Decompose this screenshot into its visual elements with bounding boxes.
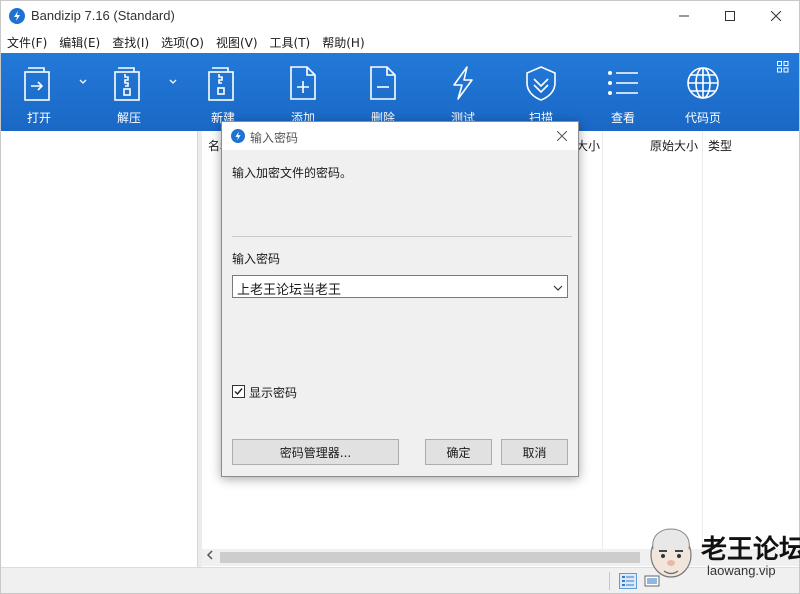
password-label: 输入密码 [232, 252, 281, 266]
details-view-icon[interactable] [619, 573, 637, 589]
menu-bar: 文件(F) 编辑(E) 查找(I) 选项(O) 视图(V) 工具(T) 帮助(H… [1, 31, 799, 53]
close-button[interactable] [753, 1, 799, 31]
column-divider [702, 131, 703, 549]
checkmark-icon [234, 388, 243, 396]
globe-icon [683, 63, 723, 103]
maximize-button[interactable] [707, 1, 753, 31]
view-label: 查看 [610, 111, 635, 125]
show-password-label[interactable]: 显示密码 [249, 384, 297, 401]
column-type[interactable]: 类型 [708, 137, 732, 154]
menu-find[interactable]: 查找(I) [106, 31, 155, 53]
menu-help[interactable]: 帮助(H) [316, 31, 370, 53]
column-divider [602, 131, 603, 549]
mascot-face-icon [645, 523, 697, 581]
shield-icon [521, 63, 561, 103]
dialog-title: 输入密码 [250, 131, 299, 145]
maximize-icon [725, 11, 735, 21]
extract-button[interactable]: 解压 [103, 53, 155, 131]
close-icon [557, 131, 567, 141]
open-icon [19, 63, 59, 103]
password-manager-button[interactable]: 密码管理器... [232, 439, 399, 465]
scrollbar-thumb[interactable] [220, 552, 640, 563]
menu-tools[interactable]: 工具(T) [264, 31, 317, 53]
folder-tree-pane[interactable] [1, 131, 198, 567]
delete-file-icon [363, 63, 403, 103]
menu-edit[interactable]: 编辑(E) [53, 31, 106, 53]
dialog-title-bar[interactable]: 输入密码 [222, 122, 578, 150]
open-label: 打开 [26, 111, 51, 125]
password-dialog: 输入密码 输入加密文件的密码。 输入密码 上老王论坛当老王 显示密码 密码管理器… [221, 121, 579, 477]
watermark-url: laowang.vip [707, 563, 776, 578]
add-file-icon [283, 63, 323, 103]
add-button[interactable]: 添加 [277, 53, 329, 131]
toolbar: 打开 解压 新建 添加 删除 测试 扫描 查看 代码页 [1, 53, 799, 131]
column-size[interactable]: 大小 [576, 137, 600, 154]
lightning-icon [443, 63, 483, 103]
menu-view[interactable]: 视图(V) [210, 31, 264, 53]
new-archive-icon [203, 63, 243, 103]
test-button[interactable]: 测试 [437, 53, 489, 131]
open-button[interactable]: 打开 [13, 53, 65, 131]
column-original-size[interactable]: 原始大小 [650, 137, 698, 154]
new-button[interactable]: 新建 [197, 53, 249, 131]
dialog-close-button[interactable] [552, 126, 572, 146]
chevron-down-icon[interactable] [553, 281, 563, 295]
cancel-button[interactable]: 取消 [501, 439, 568, 465]
open-dropdown-icon[interactable] [79, 77, 87, 88]
extract-label: 解压 [116, 111, 141, 125]
scan-button[interactable]: 扫描 [515, 53, 567, 131]
app-window: Bandizip 7.16 (Standard) 文件(F) 编辑(E) 查找(… [0, 0, 800, 594]
dialog-divider [232, 236, 572, 237]
ok-button[interactable]: 确定 [425, 439, 492, 465]
minimize-icon [679, 15, 689, 17]
menu-options[interactable]: 选项(O) [155, 31, 210, 53]
scroll-left-icon[interactable] [206, 550, 214, 563]
window-title: Bandizip 7.16 (Standard) [31, 8, 175, 23]
minimize-button[interactable] [661, 1, 707, 31]
extract-icon [109, 63, 149, 103]
list-view-icon [603, 63, 643, 103]
bandizip-logo-icon [9, 8, 25, 24]
layout-grid-icon[interactable] [777, 61, 789, 76]
codepage-label: 代码页 [684, 111, 721, 125]
title-bar[interactable]: Bandizip 7.16 (Standard) [1, 1, 799, 31]
watermark-name: 老王论坛 [701, 535, 800, 565]
status-divider [609, 572, 610, 590]
bandizip-logo-icon [231, 129, 245, 143]
codepage-button[interactable]: 代码页 [677, 53, 729, 131]
password-value[interactable]: 上老王论坛当老王 [237, 279, 341, 298]
delete-button[interactable]: 删除 [357, 53, 409, 131]
view-button[interactable]: 查看 [597, 53, 649, 131]
password-combobox[interactable]: 上老王论坛当老王 [232, 275, 568, 298]
dialog-message: 输入加密文件的密码。 [232, 166, 353, 180]
extract-dropdown-icon[interactable] [169, 77, 177, 88]
show-password-checkbox[interactable] [232, 385, 245, 398]
close-icon [771, 11, 781, 21]
menu-file[interactable]: 文件(F) [1, 31, 53, 53]
watermark: 老王论坛 laowang.vip [645, 523, 800, 593]
